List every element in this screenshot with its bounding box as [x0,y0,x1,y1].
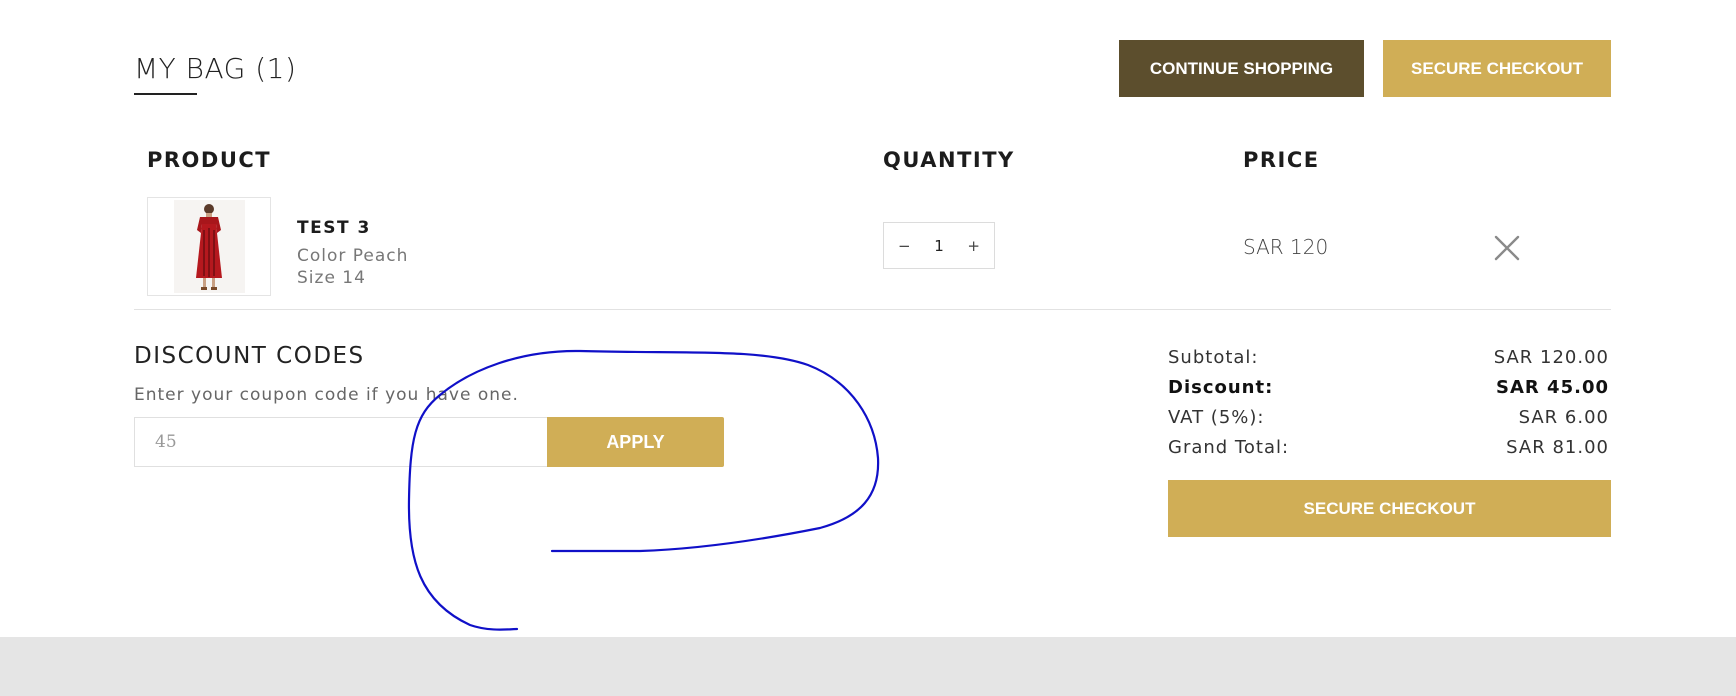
decrease-quantity-button[interactable]: − [898,237,911,255]
row-divider [134,309,1611,310]
column-header-price: PRICE [1243,148,1320,172]
red-dress-image [174,200,245,293]
product-thumbnail[interactable] [147,197,271,296]
close-icon[interactable] [1493,234,1521,262]
footer-band [0,637,1736,696]
grand-total-label: Grand Total: [1168,437,1290,458]
discount-label: Discount: [1168,377,1274,398]
secure-checkout-top-button[interactable]: SECURE CHECKOUT [1383,40,1611,97]
subtotal-label: Subtotal: [1168,347,1259,368]
column-header-quantity: QUANTITY [883,148,1015,172]
vat-label: VAT (5%): [1168,407,1265,428]
product-size: Size 14 [297,268,366,288]
coupon-code-input[interactable] [134,417,548,467]
vat-value: SAR 6.00 [1518,407,1609,428]
increase-quantity-button[interactable]: + [967,237,980,255]
apply-coupon-button[interactable]: APPLY [547,417,724,467]
quantity-value[interactable]: 1 [934,237,944,255]
product-name[interactable]: TEST 3 [297,218,371,238]
secure-checkout-bottom-button[interactable]: SECURE CHECKOUT [1168,480,1611,537]
title-underline [134,93,197,95]
product-color: Color Peach [297,246,409,266]
column-header-product: PRODUCT [147,148,272,172]
discount-description: Enter your coupon code if you have one. [134,385,519,405]
item-price: SAR 120 [1243,235,1329,259]
discount-value: SAR 45.00 [1496,377,1609,398]
subtotal-value: SAR 120.00 [1493,347,1609,368]
continue-shopping-button[interactable]: CONTINUE SHOPPING [1119,40,1364,97]
page-title: MY BAG (1) [134,52,297,85]
grand-total-value: SAR 81.00 [1506,437,1609,458]
discount-codes-title: DISCOUNT CODES [134,343,365,369]
quantity-stepper[interactable]: − 1 + [883,222,995,269]
